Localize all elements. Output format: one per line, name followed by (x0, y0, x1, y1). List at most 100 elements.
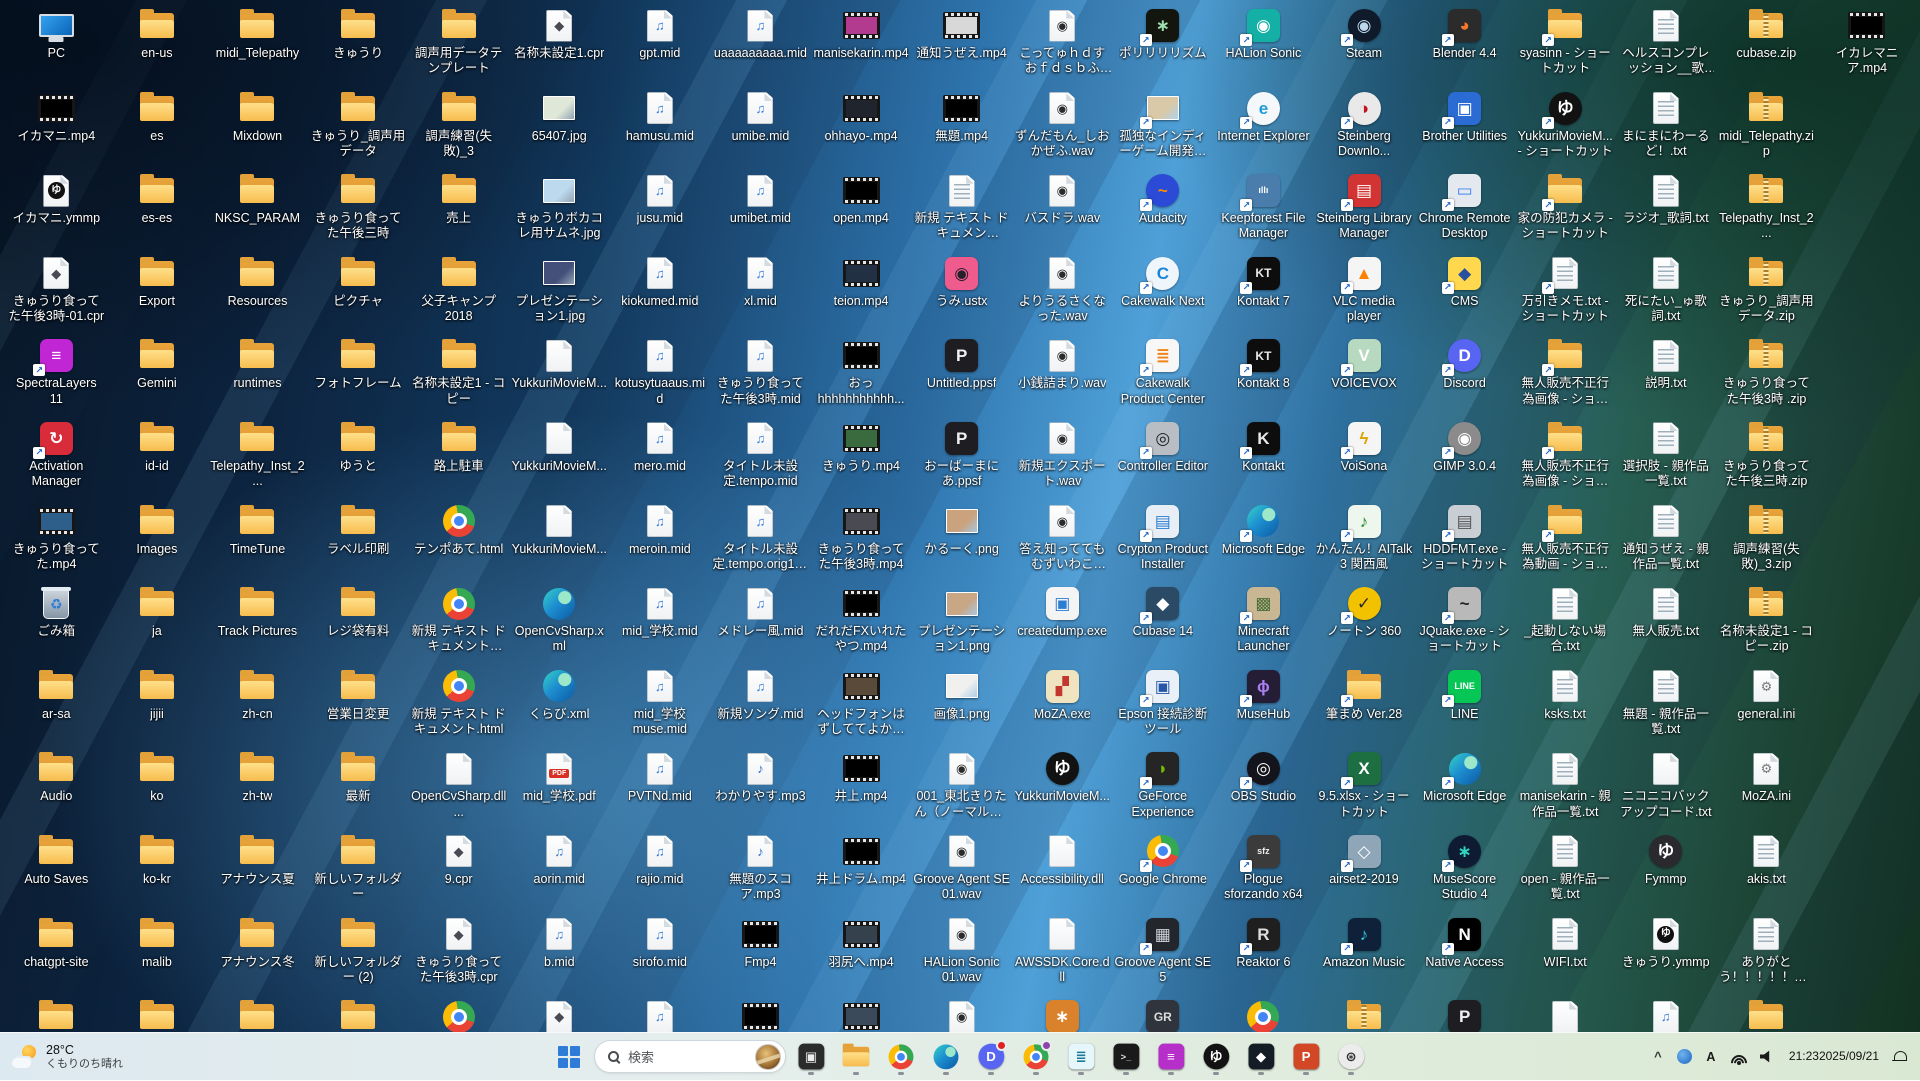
desktop-icon[interactable]: ♫新規ソング.mid (710, 663, 811, 746)
desktop-icon[interactable]: OpenCvSharp.xml (509, 580, 610, 663)
desktop-icon[interactable]: 名称未設定1 - コピー (408, 332, 509, 415)
search-input[interactable]: 検索 (594, 1040, 786, 1073)
desktop-icon[interactable]: きゅうり食ってた.mp4 (6, 498, 107, 581)
desktop-icon[interactable]: open - 親作品一覧.txt (1515, 828, 1616, 911)
desktop-icon[interactable]: sfz↗Plogue sforzando x64 (1213, 828, 1314, 911)
desktop-icon[interactable]: ⚙MoZA.ini (1716, 745, 1817, 828)
desktop-icon[interactable]: ◆↗Cubase 14 (1113, 580, 1214, 663)
desktop-icon[interactable]: ↗家の防犯カメラ - ショートカット (1515, 167, 1616, 250)
desktop-icon[interactable]: ≣↗Cakewalk Product Center (1113, 332, 1214, 415)
desktop-icon[interactable]: GR (1113, 993, 1214, 1032)
desktop-icon[interactable]: malib (107, 911, 208, 994)
desktop-icon[interactable]: id-id (107, 415, 208, 498)
desktop-icon[interactable]: PDFmid_学校.pdf (509, 745, 610, 828)
desktop-icon[interactable]: ♫umibe.mid (710, 85, 811, 168)
desktop-icon[interactable]: きゅうり食ってた午後3時.mp4 (811, 498, 912, 581)
desktop-icon[interactable]: ◉よりうるさくなった.wav (1012, 250, 1113, 333)
desktop-icon[interactable]: midi_Telepathy.zip (1716, 85, 1817, 168)
desktop-icon[interactable]: テンポあて.html (408, 498, 509, 581)
desktop-icon[interactable]: cubase.zip (1716, 2, 1817, 85)
desktop-icon[interactable]: ♫mid_学校 muse.mid (610, 663, 711, 746)
desktop-icon[interactable]: TimeTune (207, 498, 308, 581)
desktop-icon[interactable] (1515, 993, 1616, 1032)
desktop-icon[interactable]: ♪↗かんたん！AITalk 3 関西風 (1314, 498, 1415, 581)
desktop-icon[interactable]: ϕ↗MuseHub (1213, 663, 1314, 746)
desktop-icon[interactable]: ◉バスドラ.wav (1012, 167, 1113, 250)
desktop-icon[interactable]: ゆYukkuriMovieM... (1012, 745, 1113, 828)
desktop-icon[interactable]: ja (107, 580, 208, 663)
desktop-icon[interactable]: きゅうりボカコレ用サムネ.jpg (509, 167, 610, 250)
desktop-icon[interactable]: 死にたい_ゅ歌詞.txt (1616, 250, 1717, 333)
desktop-icon[interactable]: ↗Google Chrome (1113, 828, 1214, 911)
desktop-icon[interactable]: ◆きゅうり食ってた午後3時.cpr (408, 911, 509, 994)
desktop-icon[interactable] (1716, 993, 1817, 1032)
desktop-icon[interactable]: Mixdown (207, 85, 308, 168)
desktop-icon[interactable]: プレゼンテーション1.jpg (509, 250, 610, 333)
desktop-icon[interactable]: ◉Groove Agent SE 01.wav (911, 828, 1012, 911)
desktop-icon[interactable]: Pおーばーまにあ.ppsf (911, 415, 1012, 498)
desktop-icon[interactable]: ↗syasinn - ショートカット (1515, 2, 1616, 85)
desktop-icon[interactable]: ゆ↗YukkuriMovieM... - ショートカット (1515, 85, 1616, 168)
desktop-icon[interactable]: ◆きゅうり食ってた午後3時-01.cpr (6, 250, 107, 333)
desktop-icon[interactable]: chatgpt-site (6, 911, 107, 994)
desktop-icon[interactable]: Track Pictures (207, 580, 308, 663)
desktop-icon[interactable]: 新しいフォルダー (2) (308, 911, 409, 994)
desktop-icon[interactable]: ♫タイトル未設定.tempo.orig1.mid (710, 498, 811, 581)
desktop-icon[interactable]: ▭↗Chrome Remote Desktop (1414, 167, 1515, 250)
desktop-icon[interactable]: ◉↗Steam (1314, 2, 1415, 85)
desktop-icon[interactable]: 65407.jpg (509, 85, 610, 168)
desktop-icon[interactable]: NKSC_PARAM (207, 167, 308, 250)
desktop-icon[interactable]: 新規 テキスト ドキュメント.html (408, 663, 509, 746)
taskbar-app-chrome-profile[interactable] (1016, 1037, 1056, 1077)
desktop-icon[interactable]: ∗ (1012, 993, 1113, 1032)
desktop-icon[interactable]: 営業日変更 (308, 663, 409, 746)
desktop-icon[interactable]: ♫mero.mid (610, 415, 711, 498)
desktop-icon[interactable]: 井上.mp4 (811, 745, 912, 828)
taskbar-app-file-explorer[interactable] (836, 1037, 876, 1077)
desktop-icon[interactable]: ko (107, 745, 208, 828)
desktop-icon[interactable]: 名称未設定1 - コピー.zip (1716, 580, 1817, 663)
desktop-icon[interactable]: YukkuriMovieM... (509, 332, 610, 415)
desktop-icon[interactable]: ◉001_東北きりたん（ノーマル）_今じゃ... (911, 745, 1012, 828)
desktop-icon[interactable]: ♫b.mid (509, 911, 610, 994)
desktop-icon[interactable]: フォトフレーム (308, 332, 409, 415)
taskbar-app-notepad[interactable]: ≣ (1061, 1037, 1101, 1077)
desktop-icon[interactable]: だれだFXいれたやつ.mp4 (811, 580, 912, 663)
desktop-icon[interactable]: ◉うみ.ustx (911, 250, 1012, 333)
desktop-icon[interactable]: ◆ (509, 993, 610, 1032)
desktop-icon[interactable]: 井上ドラム.mp4 (811, 828, 912, 911)
desktop-icon[interactable]: 無人販売.txt (1616, 580, 1717, 663)
desktop-icon[interactable] (207, 993, 308, 1032)
desktop-icon[interactable]: 通知うぜえ - 親作品一覧.txt (1616, 498, 1717, 581)
desktop-icon[interactable]: ↗無人販売不正行為画像 - ショートカット (1515, 415, 1616, 498)
desktop-icon[interactable] (308, 993, 409, 1032)
desktop-icon[interactable]: 画像1.png (911, 663, 1012, 746)
desktop-icon[interactable]: YukkuriMovieM... (509, 498, 610, 581)
desktop-icon[interactable]: ⚙general.ini (1716, 663, 1817, 746)
desktop-icon[interactable]: e↗Internet Explorer (1213, 85, 1314, 168)
desktop-icon[interactable]: en-us (107, 2, 208, 85)
desktop-icon[interactable]: ▤↗HDDFMT.exe - ショートカット (1414, 498, 1515, 581)
desktop-icon[interactable]: ♫hamusu.mid (610, 85, 711, 168)
desktop-icon[interactable]: 調声練習(失敗)_3 (408, 85, 509, 168)
desktop-icon[interactable]: ピクチャ (308, 250, 409, 333)
desktop-icon[interactable]: 路上駐車 (408, 415, 509, 498)
desktop-icon[interactable]: ▣↗Epson 接続診断ツール (1113, 663, 1214, 746)
desktop-icon[interactable]: ♪わかりやす.mp3 (710, 745, 811, 828)
desktop-icon[interactable]: ~↗JQuake.exe - ショートカット (1414, 580, 1515, 663)
desktop-icon[interactable]: きゅうり_調声用データ.zip (1716, 250, 1817, 333)
desktop-icon[interactable]: D↗Discord (1414, 332, 1515, 415)
desktop-icon[interactable]: ♫jusu.mid (610, 167, 711, 250)
desktop-icon[interactable] (408, 993, 509, 1032)
desktop-icon[interactable]: Export (107, 250, 208, 333)
desktop-icon[interactable]: ◉↗HALion Sonic (1213, 2, 1314, 85)
desktop-icon[interactable]: ありがとう！！！！！！.txt (1716, 911, 1817, 994)
desktop-icon[interactable]: Gemini (107, 332, 208, 415)
desktop-icon[interactable]: 無題.mp4 (911, 85, 1012, 168)
desktop-icon[interactable]: まにまにわーるど！.txt (1616, 85, 1717, 168)
desktop-icon[interactable]: ≡↗SpectraLayers 11 (6, 332, 107, 415)
desktop-icon[interactable]: ◉答え知っててもむずいわこれ.wav (1012, 498, 1113, 581)
desktop-icon[interactable]: ゆきゅうり.ymmp (1616, 911, 1717, 994)
desktop-icon[interactable]: ◎↗Controller Editor (1113, 415, 1214, 498)
desktop-icon[interactable]: 説明.txt (1616, 332, 1717, 415)
